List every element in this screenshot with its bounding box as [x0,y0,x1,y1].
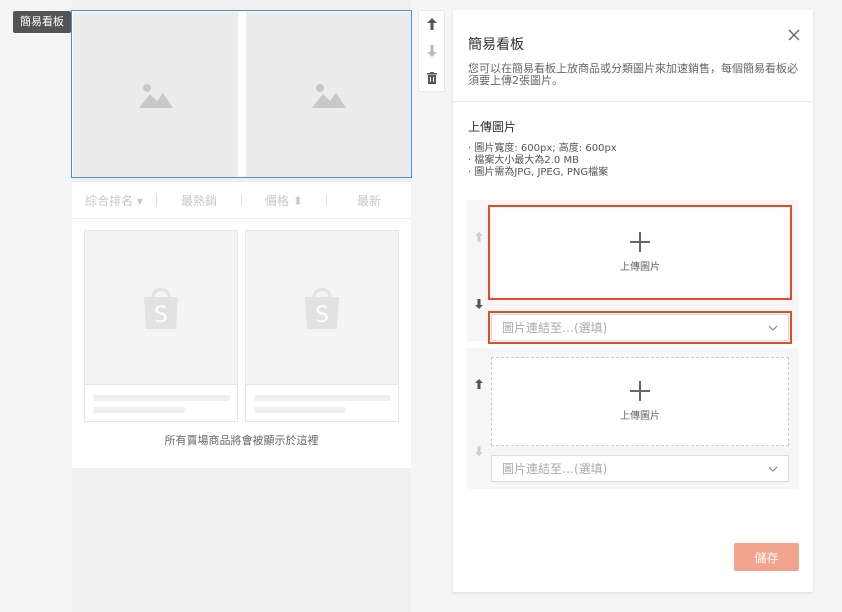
chevron-down-icon: ▾ [136,193,143,208]
delete-button[interactable] [422,68,442,88]
banner-image-placeholder [73,12,238,177]
image-link-select[interactable]: 圖片連結至…(選填) [488,311,792,344]
section-title: 上傳圖片 [468,120,517,134]
close-icon[interactable] [787,28,801,42]
component-tag: 簡易看板 [13,11,71,33]
upload-image-button[interactable]: 上傳圖片 [491,357,789,446]
settings-panel: 簡易看板 您可以在簡易看板上放商品或分類圖片來加速銷售，每個簡易看板必須要上傳2… [453,10,813,592]
sort-price: 價格 ⬍ [265,193,303,208]
arrow-up-icon[interactable] [473,231,485,243]
sort-icon: ⬍ [292,193,303,208]
image-block-2: 上傳圖片 圖片連結至…(選填) [467,348,799,489]
sort-bar: 綜合排名 ▾ 最熱銷 價格 ⬍ 最新 [72,182,411,219]
upload-rules: · 圖片寬度: 600px; 高度: 600px · 檔案大小最大為2.0 MB… [468,143,617,179]
sort-relevance: 綜合排名 ▾ [85,193,143,208]
image-icon [138,83,173,108]
svg-text:S: S [154,303,168,328]
save-button[interactable]: 儲存 [734,543,799,571]
arrow-up-icon[interactable] [473,378,485,390]
upload-image-button[interactable]: 上傳圖片 [488,205,792,300]
image-link-select[interactable]: 圖片連結至…(選填) [491,455,789,482]
arrow-down-icon [426,44,437,57]
component-toolbar [418,10,445,92]
products-note: 所有賣場商品將會被顯示於這裡 [164,434,319,447]
sort-top-sales: 最熱銷 [180,193,217,208]
plus-icon [630,381,650,401]
simple-banner-preview[interactable] [71,10,412,178]
chevron-down-icon [768,466,778,472]
rule-item: · 檔案大小最大為2.0 MB [468,155,579,166]
arrow-down-icon[interactable] [473,298,485,310]
plus-icon [630,232,650,252]
rule-item: · 圖片需為JPG, JPEG, PNG檔案 [468,167,609,178]
product-card-placeholder: S [245,230,399,422]
svg-text:S: S [315,303,329,328]
image-icon [311,83,346,108]
chevron-down-icon [768,325,778,331]
shopee-bag-icon: S [144,287,178,329]
arrow-up-icon [426,18,437,31]
banner-image-placeholder [246,12,411,177]
panel-description: 您可以在簡易看板上放商品或分類圖片來加速銷售，每個簡易看板必須要上傳2張圖片。 [468,62,798,87]
product-card-placeholder: S [84,230,238,422]
sort-latest: 最新 [356,193,381,208]
arrow-down-icon[interactable] [473,445,485,457]
divider [453,101,813,102]
shopee-bag-icon: S [305,287,339,329]
move-down-button[interactable] [422,41,442,61]
image-block-1: 上傳圖片 圖片連結至…(選填) [467,200,799,344]
rule-item: · 圖片寬度: 600px; 高度: 600px [468,143,617,154]
trash-icon [426,71,437,84]
panel-title: 簡易看板 [468,37,524,53]
move-up-button[interactable] [422,14,442,34]
product-grid-preview: S S 所有賣場商品將會被顯示於這裡 [72,219,411,468]
